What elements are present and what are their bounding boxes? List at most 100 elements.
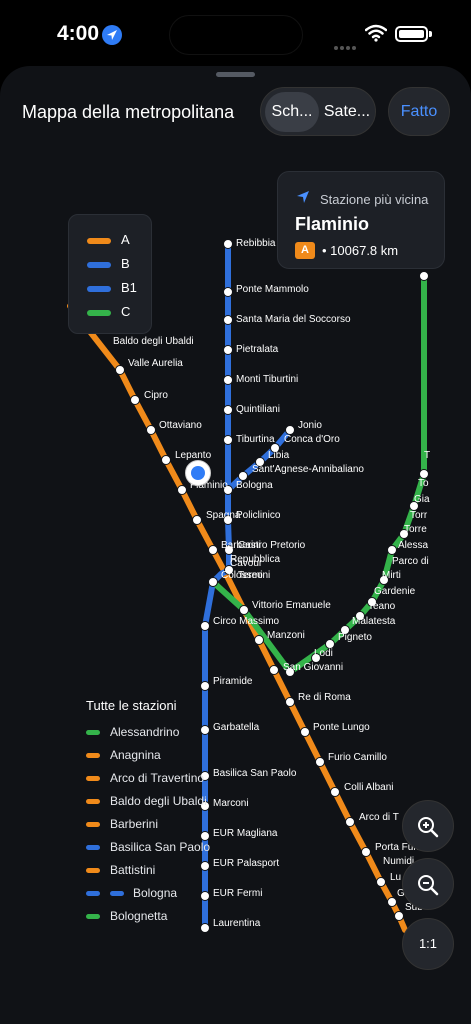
station-row[interactable]: Barberini	[86, 815, 246, 838]
location-arrow-icon	[102, 25, 122, 45]
nearest-station-distance: • 10067.8 km	[322, 243, 399, 258]
station-row[interactable]: Bolognetta	[86, 907, 246, 930]
station-row[interactable]: Alessandrino	[86, 723, 246, 746]
all-stations-list: Tutte le stazioni Alessandrino Anagnina …	[86, 698, 246, 930]
station-dot[interactable]	[254, 635, 264, 645]
station-dot[interactable]	[330, 787, 340, 797]
map-label-teano: Teano	[368, 601, 396, 612]
battery-icon	[395, 26, 428, 42]
legend-label-b1: B1	[121, 280, 137, 295]
station-line-swatch	[86, 891, 100, 896]
station-dot[interactable]	[200, 621, 210, 631]
map-label-libia: Libia	[268, 450, 290, 461]
station-line-swatch	[86, 822, 100, 827]
map-mode-segmented-control[interactable]: Sch... Sate...	[260, 87, 376, 136]
map-label-conca-oro: Conca d'Oro	[284, 434, 340, 445]
all-stations-title: Tutte le stazioni	[86, 698, 177, 713]
station-dot[interactable]	[285, 697, 295, 707]
station-row[interactable]: Arco di Travertino	[86, 769, 246, 792]
station-line-swatch	[86, 845, 100, 850]
station-name: Barberini	[110, 817, 159, 831]
station-dot[interactable]	[239, 605, 249, 615]
station-dot[interactable]	[208, 545, 218, 555]
nearest-station-name: Flaminio	[295, 214, 370, 234]
segment-satellite[interactable]: Sate...	[321, 92, 373, 132]
station-dot[interactable]	[223, 435, 233, 445]
station-row[interactable]: Battistini	[86, 861, 246, 884]
map-label-san-giovanni: San Giovanni	[283, 662, 344, 673]
map-label-policlinico: Policlinico	[236, 510, 281, 521]
map-label-mirti: Mirti	[382, 570, 401, 581]
map-label-baldo: Baldo degli Ubaldi	[113, 336, 194, 347]
segment-schematic[interactable]: Sch...	[265, 92, 319, 132]
map-label-lodi: Lodi	[314, 648, 333, 659]
station-dot[interactable]	[223, 287, 233, 297]
station-dot[interactable]	[223, 239, 233, 249]
station-row[interactable]: Baldo degli Ubaldi	[86, 792, 246, 815]
station-dot[interactable]	[223, 315, 233, 325]
station-dot[interactable]	[419, 271, 429, 281]
station-dot[interactable]	[223, 345, 233, 355]
legend-swatch-a	[87, 238, 111, 244]
station-dot[interactable]	[192, 515, 202, 525]
sheet-grabber[interactable]	[216, 72, 255, 77]
map-label-ponte-mammolo: Ponte Mammolo	[236, 284, 309, 295]
station-row[interactable]: Bologna	[86, 884, 246, 907]
station-dot[interactable]	[223, 375, 233, 385]
station-dot[interactable]	[300, 727, 310, 737]
station-name: Basilica San Paolo	[110, 840, 211, 854]
map-label-pietralata: Pietralata	[236, 344, 279, 355]
map-label-t: T	[424, 450, 431, 461]
station-dot[interactable]	[130, 395, 140, 405]
station-name: Battistini	[110, 863, 156, 877]
station-dot[interactable]	[200, 681, 210, 691]
done-button[interactable]: Fatto	[388, 87, 450, 136]
station-dot[interactable]	[208, 577, 218, 587]
station-dot[interactable]	[177, 485, 187, 495]
map-label-ottaviano: Ottaviano	[159, 420, 202, 431]
zoom-in-icon	[418, 817, 439, 838]
station-dot[interactable]	[315, 757, 325, 767]
map-label-rebibbia: Rebibbia	[236, 238, 276, 249]
map-label-re-di-roma: Re di Roma	[298, 692, 351, 703]
station-dot[interactable]	[115, 365, 125, 375]
map-label-monti-tiburtini: Monti Tiburtini	[236, 374, 299, 385]
station-dot[interactable]	[146, 425, 156, 435]
map-label-furio-camillo: Furio Camillo	[328, 752, 387, 763]
station-name: Baldo degli Ubaldi	[110, 794, 207, 808]
map-label-barberini: Barberini	[221, 540, 262, 551]
station-line-swatch	[86, 730, 100, 735]
station-dot[interactable]	[223, 405, 233, 415]
line-legend: A B B1 C	[68, 214, 152, 334]
station-dot[interactable]	[269, 665, 279, 675]
station-row[interactable]: Basilica San Paolo	[86, 838, 246, 861]
zoom-out-icon	[418, 875, 439, 896]
station-dot[interactable]	[345, 817, 355, 827]
station-name: Arco di Travertino	[110, 771, 205, 785]
map-label-malatesta: Malatesta	[352, 616, 396, 627]
map-label-manzoni: Manzoni	[267, 630, 305, 641]
zoom-out-button[interactable]	[402, 858, 454, 910]
station-row[interactable]: Anagnina	[86, 746, 246, 769]
map-label-piramide: Piramide	[213, 676, 253, 687]
station-dot[interactable]	[161, 455, 171, 465]
map-label-valle-aurelia: Valle Aurelia	[128, 358, 183, 369]
nearest-station-header: Stazione più vicina	[320, 192, 429, 207]
map-label-lepanto: Lepanto	[175, 450, 212, 461]
legend-swatch-b1	[87, 286, 111, 292]
zoom-reset-button[interactable]: 1:1	[402, 918, 454, 970]
map-label-vittorio: Vittorio Emanuele	[252, 600, 331, 611]
nearest-station-card[interactable]: Stazione più vicina Flaminio A • 10067.8…	[277, 171, 445, 269]
zoom-in-button[interactable]	[402, 800, 454, 852]
map-label-colli-albani: Colli Albani	[344, 782, 394, 793]
station-dot[interactable]	[394, 911, 404, 921]
map-label-jonio: Jonio	[298, 420, 322, 431]
map-label-santagnese: Sant'Agnese-Annibaliano	[252, 464, 364, 475]
map-label-gardenie: Gardenie	[374, 586, 416, 597]
station-dot[interactable]	[361, 847, 371, 857]
station-line-swatch	[86, 914, 100, 919]
station-dot[interactable]	[387, 897, 397, 907]
station-dot[interactable]	[387, 545, 397, 555]
legend-swatch-b	[87, 262, 111, 268]
station-dot[interactable]	[376, 877, 386, 887]
